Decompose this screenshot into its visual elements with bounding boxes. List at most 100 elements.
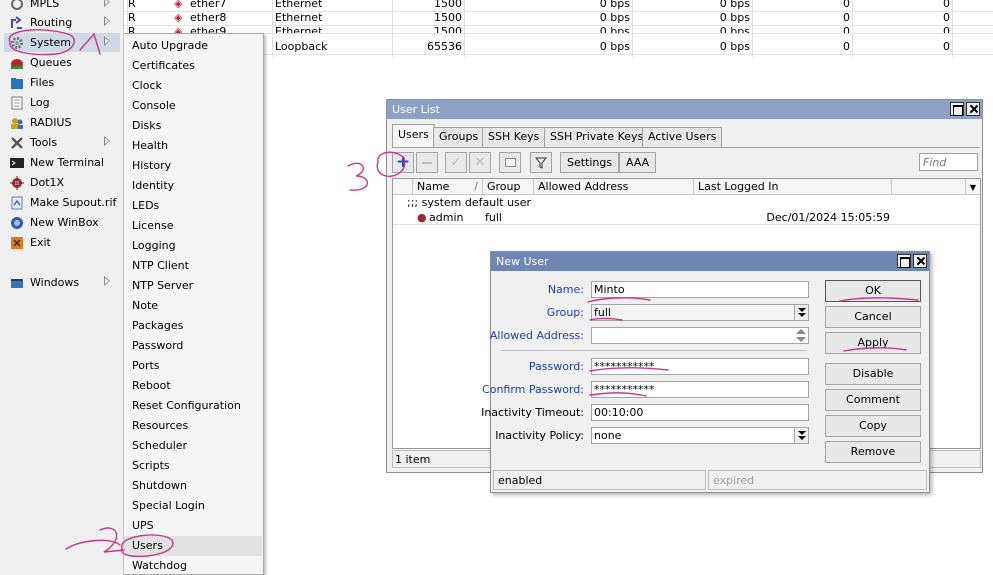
sidebar-item-routing[interactable]: Routing	[4, 13, 120, 32]
add-button[interactable]: +	[392, 152, 414, 173]
sidebar-item-radius[interactable]: RADIUS	[4, 113, 120, 132]
ok-button[interactable]: OK	[825, 280, 921, 302]
dropdown-arrow-icon	[794, 428, 808, 443]
submenu-item-users[interactable]: Users	[124, 536, 262, 556]
user-list-title-bar[interactable]: User List	[387, 100, 982, 119]
status-expired: expired	[708, 470, 927, 490]
sidebar-item-windows[interactable]: Windows	[4, 273, 120, 292]
chevron-right-icon	[104, 136, 110, 146]
sidebar-item-label: Windows	[30, 276, 80, 289]
sidebar-item-new-terminal[interactable]: New Terminal	[4, 153, 120, 172]
submenu-item-scheduler[interactable]: Scheduler	[124, 436, 262, 456]
sidebar-item-system[interactable]: System	[4, 33, 120, 52]
submenu-item-note[interactable]: Note	[124, 296, 262, 316]
sidebar-item-new-winbox[interactable]: New WinBox	[4, 213, 120, 232]
chevron-right-icon	[104, 276, 110, 286]
column-name[interactable]: Name /	[413, 179, 483, 195]
disable-button[interactable]: ✕	[469, 152, 491, 173]
submenu-item-ports[interactable]: Ports	[124, 356, 262, 376]
confirm-password-input[interactable]: ***********	[591, 381, 809, 398]
copy-button[interactable]: Copy	[825, 415, 921, 437]
allowed-address-label: Allowed Address:	[489, 329, 584, 342]
inactivity-timeout-input[interactable]: 00:10:00	[591, 404, 809, 421]
column-allowed-address[interactable]: Allowed Address	[534, 179, 694, 195]
submenu-item-ntp-client[interactable]: NTP Client	[124, 256, 262, 276]
expand-icon[interactable]	[796, 329, 806, 345]
submenu-item-password[interactable]: Password	[124, 336, 262, 356]
remove-button[interactable]	[416, 152, 438, 173]
tab-ssh-private-keys[interactable]: SSH Private Keys	[544, 127, 650, 147]
sidebar-item-exit[interactable]: Exit	[4, 233, 120, 252]
tab-active-users[interactable]: Active Users	[642, 127, 723, 147]
column-last-logged-in[interactable]: Last Logged In	[694, 179, 892, 195]
submenu-item-disks[interactable]: Disks	[124, 116, 262, 136]
submenu-item-health[interactable]: Health	[124, 136, 262, 156]
tab-ssh-keys[interactable]: SSH Keys	[482, 127, 546, 147]
name-input[interactable]: Minto	[591, 281, 809, 298]
sidebar-item-label: Routing	[30, 16, 73, 29]
tab-groups[interactable]: Groups	[433, 127, 485, 147]
submenu-item-logging[interactable]: Logging	[124, 236, 262, 256]
submenu-item-identity[interactable]: Identity	[124, 176, 262, 196]
enable-button[interactable]: ✓	[445, 152, 467, 173]
allowed-address-input[interactable]	[591, 327, 809, 344]
comment-button[interactable]	[499, 152, 521, 173]
submenu-item-watchdog[interactable]: Watchdog	[124, 556, 262, 575]
aaa-button[interactable]: AAA	[619, 152, 657, 173]
comment-row: ;;; system default user	[407, 196, 532, 209]
chevron-right-icon	[104, 16, 110, 26]
filter-icon	[535, 157, 547, 169]
sidebar-item-label: MPLS	[30, 0, 60, 10]
cancel-button[interactable]: Cancel	[825, 306, 921, 328]
submenu-item-clock[interactable]: Clock	[124, 76, 262, 96]
sidebar-item-tools[interactable]: Tools	[4, 133, 120, 152]
sidebar-item-log[interactable]: Log	[4, 93, 120, 112]
sidebar-item-label: Tools	[30, 136, 58, 149]
apply-button[interactable]: Apply	[825, 332, 921, 354]
table-row[interactable]: ● admin full Dec/01/2024 15:05:59	[393, 210, 980, 225]
tab-users[interactable]: Users	[392, 124, 435, 147]
sidebar-item-files[interactable]: Files	[4, 73, 120, 92]
submenu-item-leds[interactable]: LEDs	[124, 196, 262, 216]
submenu-item-reboot[interactable]: Reboot	[124, 376, 262, 396]
close-button[interactable]	[913, 254, 927, 268]
group-select[interactable]: full	[591, 304, 809, 321]
comment-button[interactable]: Comment	[825, 389, 921, 411]
new-user-title-bar[interactable]: New User	[491, 252, 929, 271]
sidebar-item-mpls[interactable]: MPLS	[4, 0, 120, 13]
disable-button[interactable]: Disable	[825, 363, 921, 385]
column-menu-button[interactable]: ▼	[966, 179, 980, 195]
status-enabled: enabled	[493, 470, 706, 490]
sidebar-item-label: Files	[30, 76, 55, 89]
maximize-button[interactable]	[897, 254, 911, 268]
sort-icon: /	[474, 180, 478, 193]
settings-button[interactable]: Settings	[560, 152, 620, 173]
password-input[interactable]: ***********	[591, 358, 809, 375]
submenu-item-ntp-server[interactable]: NTP Server	[124, 276, 262, 296]
submenu-item-history[interactable]: History	[124, 156, 262, 176]
sidebar-item-queues[interactable]: Queues	[4, 53, 120, 72]
routing-icon	[10, 15, 24, 30]
filter-button[interactable]	[530, 152, 552, 173]
submenu-item-scripts[interactable]: Scripts	[124, 456, 262, 476]
submenu-item-ups[interactable]: UPS	[124, 516, 262, 536]
chevron-down-icon: ▼	[969, 183, 977, 192]
submenu-item-special-login[interactable]: Special Login	[124, 496, 262, 516]
remove-button[interactable]: Remove	[825, 441, 921, 463]
inactivity-policy-select[interactable]: none	[591, 427, 809, 444]
column-group[interactable]: Group	[483, 179, 534, 195]
submenu-item-console[interactable]: Console	[124, 96, 262, 116]
close-button[interactable]	[966, 102, 980, 116]
submenu-item-shutdown[interactable]: Shutdown	[124, 476, 262, 496]
submenu-item-certificates[interactable]: Certificates	[124, 56, 262, 76]
submenu-item-auto-upgrade[interactable]: Auto Upgrade	[124, 36, 262, 56]
submenu-item-reset-configuration[interactable]: Reset Configuration	[124, 396, 262, 416]
submenu-item-resources[interactable]: Resources	[124, 416, 262, 436]
submenu-item-packages[interactable]: Packages	[124, 316, 262, 336]
sidebar-item-dot1x[interactable]: Dot1X	[4, 173, 120, 192]
table-row[interactable]: R ◈ ether8 Ethernet 1500 0 bps 0 bps 0 0	[124, 11, 993, 26]
submenu-item-license[interactable]: License	[124, 216, 262, 236]
maximize-button[interactable]	[950, 102, 964, 116]
sidebar-item-make-supout[interactable]: Make Supout.rif	[4, 193, 120, 212]
find-input[interactable]	[919, 153, 978, 171]
